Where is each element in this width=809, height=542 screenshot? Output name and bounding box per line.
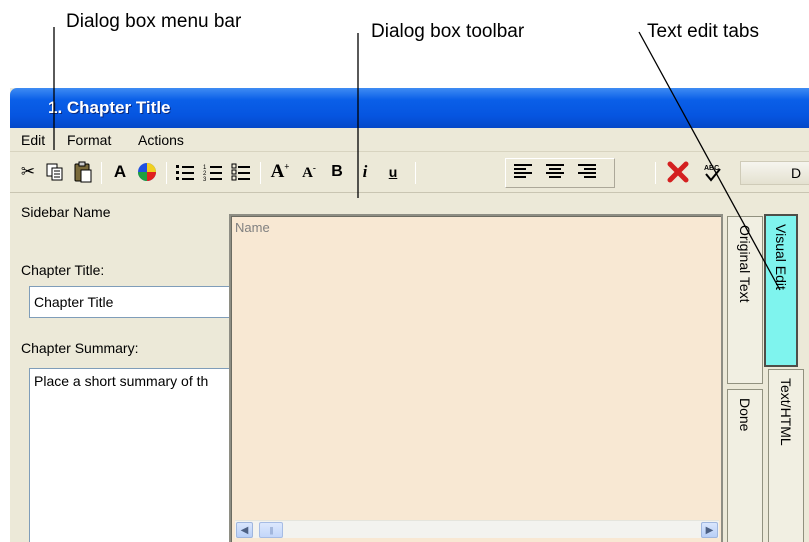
decrease-font-icon: A- <box>302 162 316 181</box>
increase-font-icon: A+ <box>270 161 290 182</box>
toolbar-separator <box>166 162 167 184</box>
delete-icon <box>667 161 689 183</box>
toolbar: ✂ A 1 2 3 A+ A- B i u ABC D <box>10 153 809 193</box>
menu-format[interactable]: Format <box>67 132 111 148</box>
dialog-body: Sidebar Name Chapter Title: Chapter Titl… <box>10 194 809 542</box>
spellcheck-icon: ABC <box>704 165 721 182</box>
numbered-list-button[interactable]: 1 2 3 <box>200 160 226 184</box>
color-picker-button[interactable] <box>134 160 160 184</box>
menu-edit[interactable]: Edit <box>21 132 45 148</box>
spellcheck-button[interactable]: ABC <box>698 160 728 184</box>
horizontal-scrollbar[interactable]: ◀ ||| ▶ <box>235 520 719 538</box>
toolbar-separator <box>101 162 102 184</box>
bullet-list-button[interactable] <box>172 160 198 184</box>
chapter-title-input[interactable]: Chapter Title <box>29 286 239 318</box>
align-right-button[interactable] <box>573 160 601 184</box>
align-center-button[interactable] <box>541 160 569 184</box>
toolbar-separator <box>415 162 416 184</box>
copy-button[interactable] <box>42 160 68 184</box>
tab-done-label: Done <box>737 398 753 432</box>
cut-button[interactable]: ✂ <box>16 160 40 184</box>
menu-bar: Edit Format Actions <box>10 128 809 152</box>
chapter-title-label: Chapter Title: <box>21 262 105 278</box>
menu-bar-callout: Dialog box menu bar <box>66 11 242 32</box>
toolbar-separator <box>260 162 261 184</box>
sidebar-name-label: Sidebar Name <box>21 204 111 220</box>
checklist-icon <box>231 163 250 181</box>
tab-visual-edit[interactable]: Visual Edit <box>764 214 798 367</box>
numbered-list-icon: 1 2 3 <box>203 165 222 181</box>
paste-icon <box>74 161 92 183</box>
underline-icon: u <box>388 164 398 180</box>
chevron-right-icon: ▶ <box>705 524 714 536</box>
grip-icon: ||| <box>269 525 273 535</box>
italic-button[interactable]: i <box>352 160 378 184</box>
copy-icon <box>46 163 63 181</box>
chapter-summary-label: Chapter Summary: <box>21 340 139 356</box>
svg-text:3: 3 <box>203 177 207 181</box>
align-center-icon <box>546 164 564 178</box>
toolbar-separator <box>655 162 656 184</box>
scroll-thumb[interactable]: ||| <box>259 522 283 538</box>
align-left-icon <box>514 164 532 178</box>
dialog-window: 1. Chapter Title Edit Format Actions ✂ A <box>10 88 809 542</box>
align-left-button[interactable] <box>509 160 537 184</box>
cut-icon: ✂ <box>20 162 36 181</box>
decrease-font-button[interactable]: A- <box>296 160 322 184</box>
toolbar-callout: Dialog box toolbar <box>371 21 525 42</box>
svg-text:ABC: ABC <box>704 165 719 172</box>
font-color-button[interactable]: A <box>108 160 132 184</box>
chapter-summary-textarea[interactable]: Place a short summary of th <box>29 368 239 542</box>
tab-text-html-label: Text/HTML <box>778 378 794 446</box>
scroll-right-button[interactable]: ▶ <box>701 522 718 538</box>
delete-button[interactable] <box>663 160 693 184</box>
align-right-icon <box>578 164 596 178</box>
editor-placeholder: Name <box>235 220 270 235</box>
tab-original-text[interactable]: Original Text <box>727 216 763 384</box>
checklist-button[interactable] <box>228 160 254 184</box>
increase-font-button[interactable]: A+ <box>266 160 294 184</box>
italic-icon: i <box>362 162 368 181</box>
window-title: 1. Chapter Title <box>48 98 171 117</box>
scroll-left-button[interactable]: ◀ <box>236 522 253 538</box>
tab-visual-edit-label: Visual Edit <box>773 224 789 290</box>
toolbar-dropdown[interactable]: D <box>740 161 809 185</box>
color-picker-icon <box>138 163 156 181</box>
paste-button[interactable] <box>70 160 96 184</box>
bold-button[interactable]: B <box>324 160 350 184</box>
chevron-left-icon: ◀ <box>240 524 249 536</box>
font-color-icon: A <box>113 162 127 181</box>
edit-tabs-callout: Text edit tabs <box>647 21 759 42</box>
tab-done[interactable]: Done <box>727 389 763 542</box>
bullet-list-icon <box>176 165 194 180</box>
underline-button[interactable]: u <box>380 160 406 184</box>
text-editor[interactable]: Name ◀ ||| ▶ <box>229 214 723 542</box>
title-bar[interactable]: 1. Chapter Title <box>10 88 809 128</box>
tab-text-html[interactable]: Text/HTML <box>768 369 804 542</box>
bold-icon: B <box>331 163 343 180</box>
tab-original-text-label: Original Text <box>737 225 753 303</box>
menu-actions[interactable]: Actions <box>138 132 184 148</box>
